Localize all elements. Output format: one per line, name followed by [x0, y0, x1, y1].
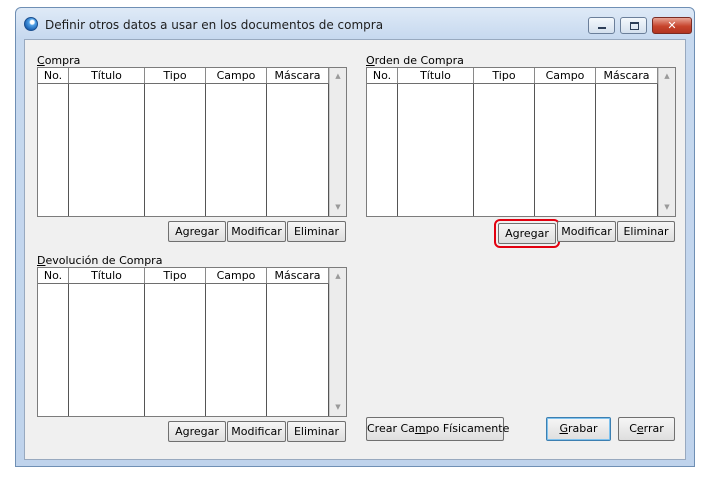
window-title: Definir otros datos a usar en los docume… — [45, 18, 384, 32]
scroll-down-arrow-icon[interactable]: ▼ — [331, 200, 345, 215]
column-divider — [266, 84, 267, 216]
compra-modificar-button[interactable]: Modificar — [227, 221, 286, 242]
scroll-up-arrow-icon[interactable]: ▲ — [331, 269, 345, 284]
minimize-button[interactable] — [588, 17, 615, 34]
maximize-button[interactable] — [620, 17, 647, 34]
orden-agregar-button[interactable]: Agregar — [494, 219, 560, 248]
scroll-down-arrow-icon[interactable]: ▼ — [331, 400, 345, 415]
column-header-campo[interactable]: Campo — [206, 68, 267, 83]
column-divider — [205, 84, 206, 216]
compra-grid[interactable]: No. Título Tipo Campo Máscara ▲ ▼ — [37, 67, 347, 217]
grid-header: No. Título Tipo Campo Máscara — [38, 268, 329, 284]
column-divider — [144, 84, 145, 216]
column-divider — [397, 84, 398, 216]
column-header-tipo[interactable]: Tipo — [145, 268, 206, 283]
column-header-campo[interactable]: Campo — [535, 68, 596, 83]
orden-compra-grid[interactable]: No. Título Tipo Campo Máscara ▲ ▼ — [366, 67, 676, 217]
column-divider — [595, 84, 596, 216]
column-header-no[interactable]: No. — [367, 68, 398, 83]
scroll-up-arrow-icon[interactable]: ▲ — [660, 69, 674, 84]
orden-modificar-button[interactable]: Modificar — [557, 221, 616, 242]
column-header-titulo[interactable]: Título — [69, 68, 145, 83]
compra-label: Compra — [37, 54, 81, 67]
vertical-scrollbar[interactable]: ▲ ▼ — [329, 268, 346, 416]
column-divider — [473, 84, 474, 216]
compra-agregar-button[interactable]: Agregar — [168, 221, 226, 242]
column-divider — [144, 284, 145, 416]
column-header-campo[interactable]: Campo — [206, 268, 267, 283]
orden-eliminar-button[interactable]: Eliminar — [617, 221, 675, 242]
devolucion-modificar-button[interactable]: Modificar — [227, 421, 286, 442]
orden-compra-label: Orden de Compra — [366, 54, 464, 67]
column-header-tipo[interactable]: Tipo — [474, 68, 535, 83]
column-header-mascara[interactable]: Máscara — [267, 68, 329, 83]
dialog-window: Definir otros datos a usar en los docume… — [15, 7, 695, 467]
scroll-up-arrow-icon[interactable]: ▲ — [331, 69, 345, 84]
dialog-client-area: Compra No. Título Tipo Campo Máscara ▲ ▼… — [24, 39, 686, 460]
column-divider — [205, 284, 206, 416]
devolucion-eliminar-button[interactable]: Eliminar — [287, 421, 346, 442]
vertical-scrollbar[interactable]: ▲ ▼ — [329, 68, 346, 216]
column-divider — [68, 284, 69, 416]
column-header-no[interactable]: No. — [38, 68, 69, 83]
grid-header: No. Título Tipo Campo Máscara — [367, 68, 658, 84]
crear-campo-fisicamente-button[interactable]: Crear Campo Físicamente — [366, 417, 509, 441]
cerrar-button[interactable]: Cerrar — [618, 417, 675, 441]
column-header-mascara[interactable]: Máscara — [596, 68, 658, 83]
vertical-scrollbar[interactable]: ▲ ▼ — [658, 68, 675, 216]
column-divider — [266, 284, 267, 416]
column-header-tipo[interactable]: Tipo — [145, 68, 206, 83]
column-header-mascara[interactable]: Máscara — [267, 268, 329, 283]
devolucion-compra-label: Devolución de Compra — [37, 254, 163, 267]
column-header-titulo[interactable]: Título — [69, 268, 145, 283]
column-divider — [68, 84, 69, 216]
close-icon: ✕ — [667, 19, 677, 32]
column-header-no[interactable]: No. — [38, 268, 69, 283]
grid-header: No. Título Tipo Campo Máscara — [38, 68, 329, 84]
compra-eliminar-button[interactable]: Eliminar — [287, 221, 346, 242]
title-bar[interactable]: Definir otros datos a usar en los docume… — [16, 8, 694, 38]
devolucion-agregar-button[interactable]: Agregar — [168, 421, 226, 442]
devolucion-compra-grid[interactable]: No. Título Tipo Campo Máscara ▲ ▼ — [37, 267, 347, 417]
column-divider — [534, 84, 535, 216]
close-button[interactable]: ✕ — [652, 17, 692, 34]
column-header-titulo[interactable]: Título — [398, 68, 474, 83]
app-globe-icon — [24, 17, 38, 31]
grabar-button[interactable]: Grabar — [546, 417, 611, 441]
scroll-down-arrow-icon[interactable]: ▼ — [660, 200, 674, 215]
